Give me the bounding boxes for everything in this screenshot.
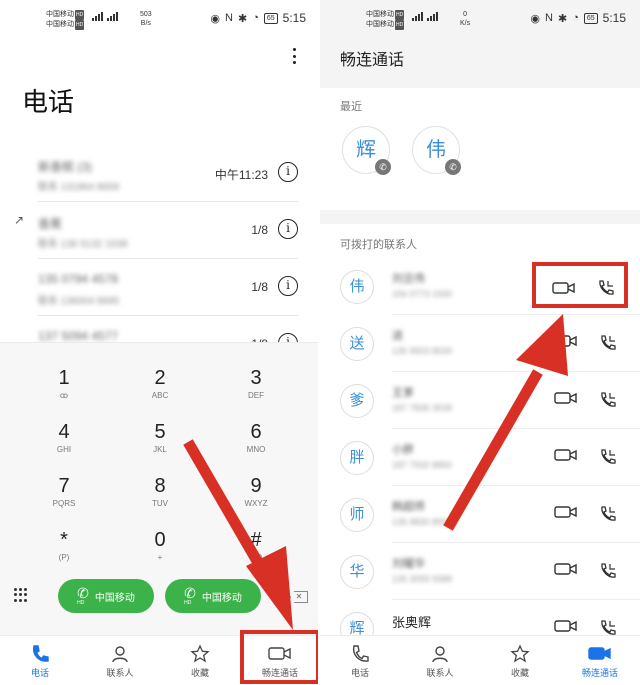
annotation-arrows xyxy=(183,314,568,630)
arrow-right-annotation xyxy=(443,314,568,531)
arrow-left-annotation xyxy=(183,439,293,630)
